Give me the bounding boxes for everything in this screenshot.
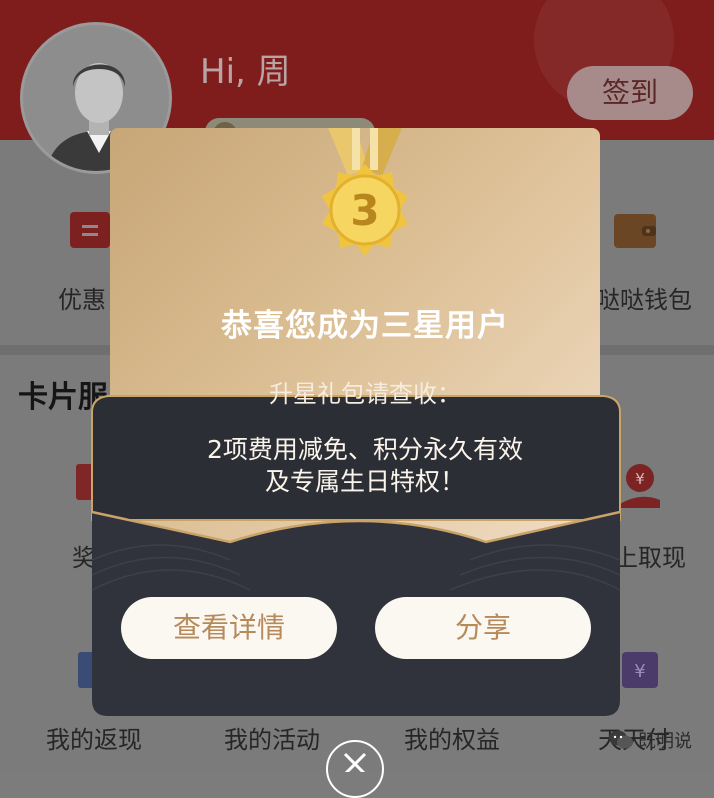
share-button[interactable]: 分享 xyxy=(375,597,591,659)
close-icon xyxy=(343,752,367,776)
wechat-icon xyxy=(609,730,633,749)
medal-number: 3 xyxy=(350,186,380,235)
description-line-2: 及专属生日特权！ xyxy=(264,467,465,496)
modal-subtitle: 升星礼包请查收： xyxy=(269,380,461,408)
watermark: 既明说 xyxy=(608,727,692,753)
description-line-1: 2项费用减免、积分永久有效 xyxy=(207,435,523,464)
view-details-button[interactable]: 查看详情 xyxy=(121,597,337,659)
close-button[interactable] xyxy=(326,740,384,798)
modal-title: 恭喜您成为三星用户 xyxy=(221,308,509,344)
modal-description: 2项费用减免、积分永久有效 及专属生日特权！ xyxy=(110,434,620,498)
watermark-text: 既明说 xyxy=(638,731,692,752)
